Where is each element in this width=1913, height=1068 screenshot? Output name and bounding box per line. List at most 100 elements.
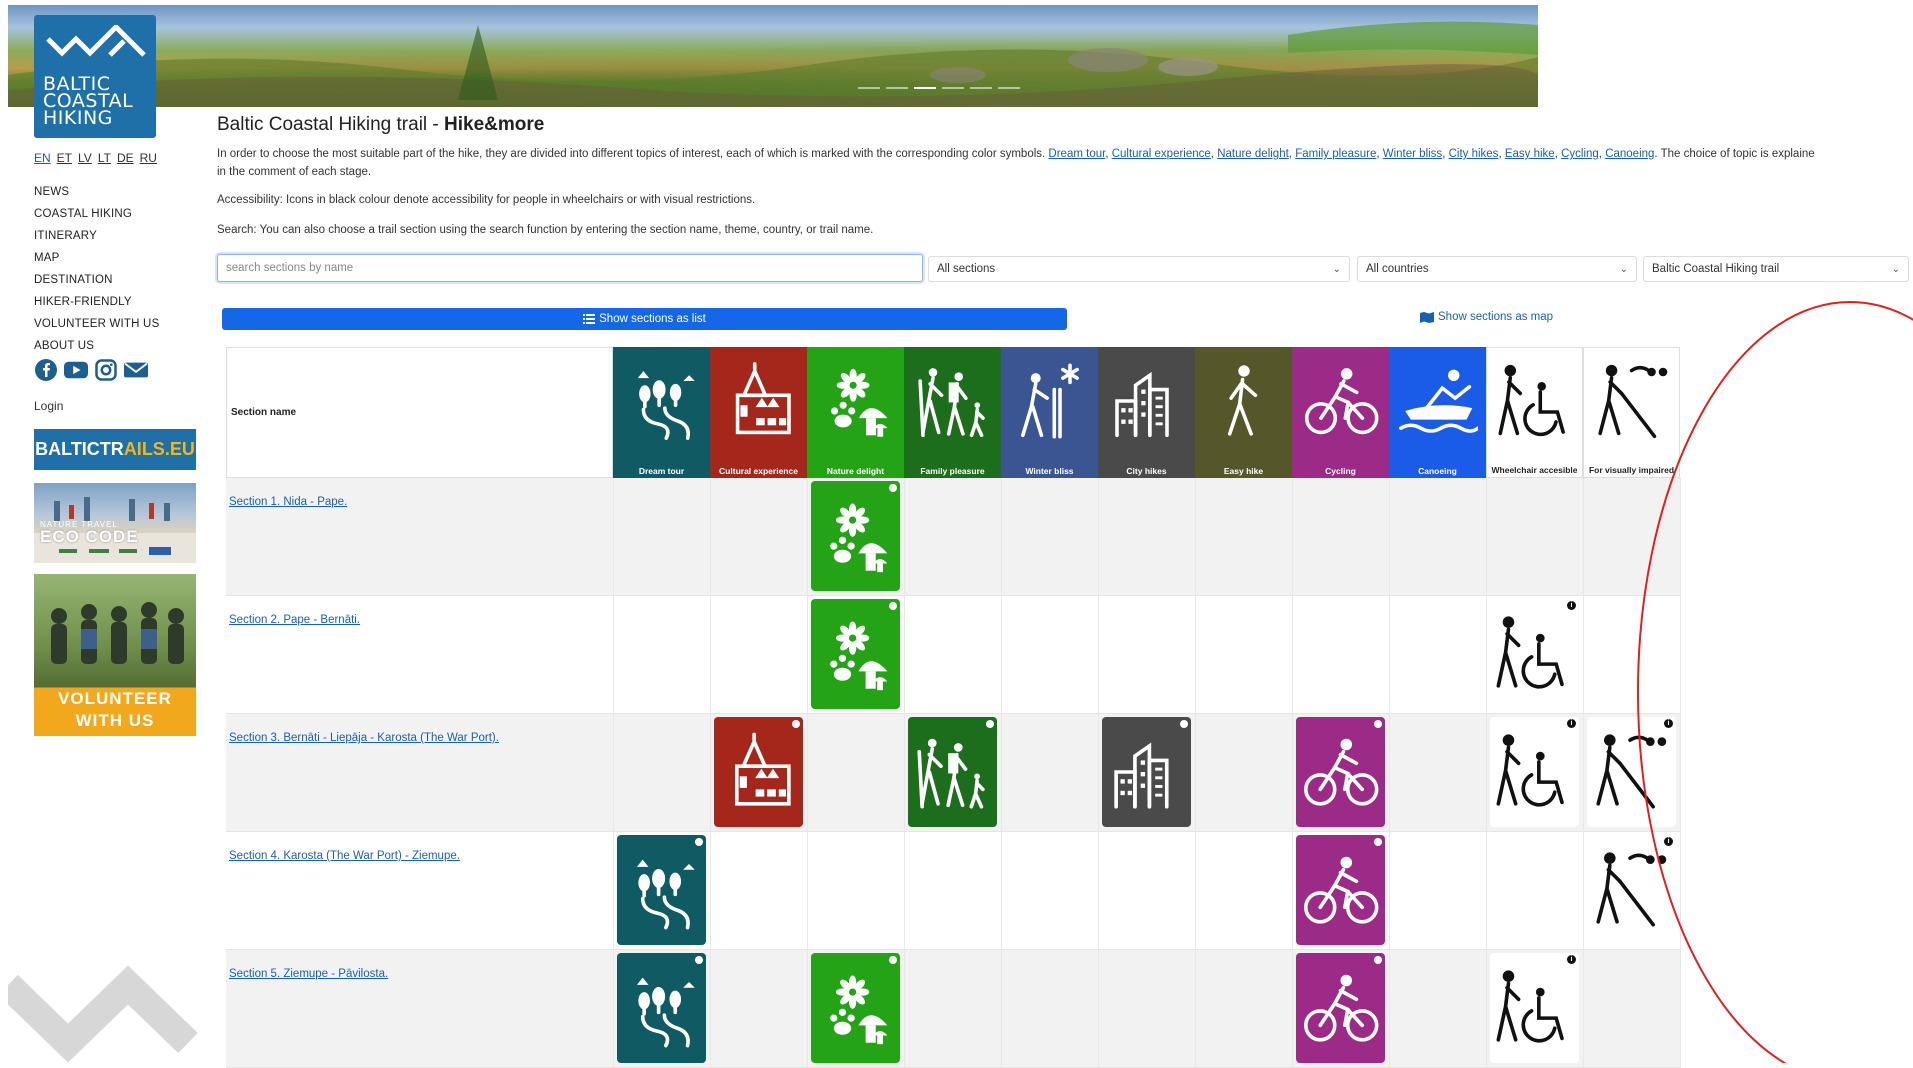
mail-icon[interactable] <box>124 358 148 382</box>
tile-nature[interactable] <box>811 599 900 709</box>
youtube-icon[interactable] <box>64 358 88 382</box>
info-dot-icon[interactable] <box>889 956 897 964</box>
column-label: Dream tour <box>638 466 685 476</box>
tile-wheelchair[interactable]: i <box>1490 953 1579 1063</box>
nav-item-about[interactable]: ABOUT US <box>34 335 159 357</box>
show-list-button[interactable]: Show sections as list <box>222 308 1067 330</box>
nature-icon <box>830 621 888 691</box>
city-icon <box>1114 742 1169 809</box>
info-icon[interactable]: i <box>1567 955 1576 964</box>
family-icon <box>917 738 985 809</box>
baltictrails-text-2: AILS.EU <box>123 439 195 459</box>
lang-lv[interactable]: LV <box>78 151 92 165</box>
topic-link-easy[interactable]: Easy hike <box>1505 148 1555 160</box>
tile-wheelchair[interactable]: i <box>1490 599 1579 709</box>
tile-city[interactable] <box>1102 717 1191 827</box>
sections-select[interactable]: All sections ⌄ <box>928 256 1350 282</box>
info-dot-icon[interactable] <box>695 838 703 846</box>
info-dot-icon[interactable] <box>792 720 800 728</box>
nav-item-news[interactable]: NEWS <box>34 181 159 203</box>
decorative-chevron-icon <box>8 965 198 1063</box>
lang-en[interactable]: EN <box>34 151 51 165</box>
culture-icon <box>734 732 791 806</box>
topic-link-dream[interactable]: Dream tour <box>1048 148 1105 160</box>
section-link[interactable]: Section 1. Nida - Pape. <box>229 496 347 508</box>
countries-select[interactable]: All countries ⌄ <box>1357 256 1637 282</box>
info-icon[interactable]: i <box>1567 601 1576 610</box>
lang-et[interactable]: ET <box>57 151 72 165</box>
tile-cycling[interactable] <box>1296 717 1385 827</box>
accessibility-note: Accessibility: Icons in black colour den… <box>217 194 756 206</box>
topic-link-winter[interactable]: Winter bliss <box>1383 148 1442 160</box>
social-links <box>34 358 148 382</box>
info-dot-icon[interactable] <box>1374 956 1382 964</box>
column-label: Wheelchair accesible <box>1491 465 1578 475</box>
site-logo[interactable]: BALTIC COASTAL HIKING <box>34 15 156 138</box>
tile-family[interactable] <box>908 717 997 827</box>
section-link[interactable]: Section 2. Pape - Bernāti. <box>229 614 360 626</box>
baltictrails-banner[interactable]: BALTICTR AILS.EU <box>34 429 196 470</box>
family-icon <box>918 368 985 438</box>
nav-item-destination[interactable]: DESTINATION <box>34 269 159 291</box>
tile-cycling[interactable] <box>1296 835 1385 945</box>
nav-item-hiker-friendly[interactable]: HIKER-FRIENDLY <box>34 291 159 313</box>
section-link[interactable]: Section 4. Karosta (The War Port) - Ziem… <box>229 850 460 862</box>
tile-cycling[interactable] <box>1296 953 1385 1063</box>
intro-text: In order to choose the most suitable par… <box>217 148 1815 178</box>
eco-code-banner[interactable]: NATURE TRAVEL ECO CODE <box>34 483 196 563</box>
tile-nature[interactable] <box>811 953 900 1063</box>
tile-dream[interactable] <box>617 953 706 1063</box>
table-row: Section 4. Karosta (The War Port) - Ziem… <box>226 832 1681 950</box>
carousel-indicators[interactable] <box>858 87 1020 89</box>
culture-icon <box>735 362 791 435</box>
info-icon[interactable]: i <box>1567 719 1576 728</box>
lang-de[interactable]: DE <box>117 151 134 165</box>
info-dot-icon[interactable] <box>695 956 703 964</box>
info-dot-icon[interactable] <box>1180 720 1188 728</box>
lang-lt[interactable]: LT <box>98 151 111 165</box>
cycling-icon <box>1303 856 1379 924</box>
show-map-button[interactable]: Show sections as map <box>1420 311 1553 323</box>
nav-item-map[interactable]: MAP <box>34 247 159 269</box>
cycling-icon <box>1304 368 1379 435</box>
info-dot-icon[interactable] <box>1374 838 1382 846</box>
column-label: Cycling <box>1325 466 1356 476</box>
nature-icon <box>830 975 888 1045</box>
sidebar-nav: NEWS COASTAL HIKING ITINERARY MAP DESTIN… <box>34 181 159 357</box>
column-header-family: Family pleasure <box>904 347 1001 478</box>
topic-link-nature[interactable]: Nature delight <box>1217 148 1289 160</box>
column-header-winter: Winter bliss <box>1001 347 1098 478</box>
info-dot-icon[interactable] <box>1374 720 1382 728</box>
info-dot-icon[interactable] <box>889 602 897 610</box>
topic-link-cycling[interactable]: Cycling <box>1561 148 1599 160</box>
column-label: Canoeing <box>1418 466 1457 476</box>
topic-link-family[interactable]: Family pleasure <box>1295 148 1376 160</box>
tile-dream[interactable] <box>617 835 706 945</box>
login-link[interactable]: Login <box>34 399 63 413</box>
dream-icon <box>636 977 695 1048</box>
baltictrails-text-1: BALTICTR <box>35 439 124 459</box>
topic-link-cultural[interactable]: Cultural experience <box>1112 148 1211 160</box>
table-row: Section 1. Nida - Pape. <box>226 478 1681 596</box>
section-link[interactable]: Section 3. Bernāti - Liepāja - Karosta (… <box>229 732 499 744</box>
volunteer-banner[interactable]: VOLUNTEER WITH US <box>34 574 196 736</box>
nav-item-itinerary[interactable]: ITINERARY <box>34 225 159 247</box>
nav-item-volunteer[interactable]: VOLUNTEER WITH US <box>34 313 159 335</box>
easy-icon <box>1227 365 1258 436</box>
topic-link-city[interactable]: City hikes <box>1449 148 1499 160</box>
tile-wheelchair[interactable]: i <box>1490 717 1579 827</box>
column-header-nature: Nature delight <box>807 347 904 478</box>
winter-icon <box>1021 363 1079 439</box>
tile-culture[interactable] <box>714 717 803 827</box>
column-label: Easy hike <box>1223 466 1264 476</box>
section-link[interactable]: Section 5. Ziemupe - Pāvilosta. <box>229 968 388 980</box>
search-input[interactable] <box>217 254 923 282</box>
instagram-icon[interactable] <box>94 358 118 382</box>
topic-link-canoeing[interactable]: Canoeing <box>1605 148 1654 160</box>
info-dot-icon[interactable] <box>986 720 994 728</box>
facebook-icon[interactable] <box>34 358 58 382</box>
info-dot-icon[interactable] <box>889 484 897 492</box>
tile-nature[interactable] <box>811 481 900 591</box>
lang-ru[interactable]: RU <box>140 151 157 165</box>
nav-item-coastal-hiking[interactable]: COASTAL HIKING <box>34 203 159 225</box>
